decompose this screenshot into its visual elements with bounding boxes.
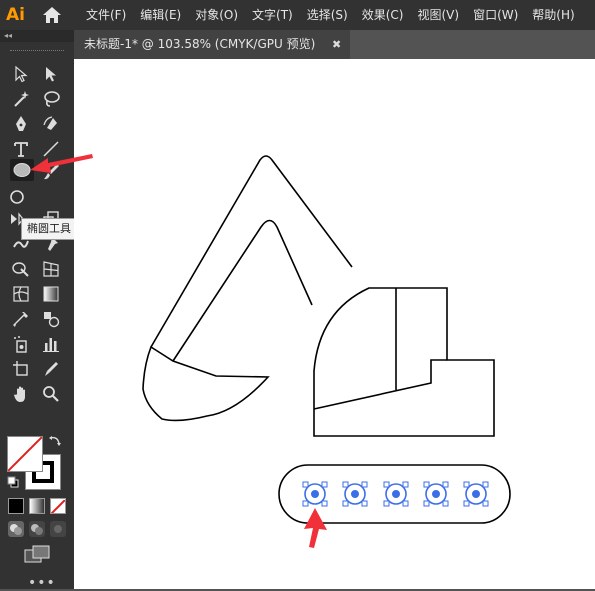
screen-mode-icon[interactable]: [24, 545, 50, 563]
home-icon[interactable]: [42, 6, 62, 24]
fill-swatch[interactable]: [7, 436, 43, 472]
lasso-tool[interactable]: [40, 88, 62, 110]
magic-wand-tool[interactable]: [10, 88, 32, 110]
wheel-2: [342, 481, 368, 507]
tools-panel: ◂◂ ••• 椭圆工具 (L): [0, 30, 96, 590]
perspective-grid-tool[interactable]: [40, 258, 62, 280]
menu-help[interactable]: 帮助(H): [528, 0, 578, 30]
draw-normal-button[interactable]: [8, 521, 24, 537]
gradient-tool[interactable]: [40, 283, 62, 305]
eyedropper-tool[interactable]: [10, 308, 32, 330]
shaper-icon: [10, 190, 24, 204]
blend-icon: [44, 312, 60, 328]
gradient-mode-button[interactable]: [29, 498, 45, 514]
draw-behind-icon: [31, 524, 43, 535]
close-tab-icon[interactable]: ✖: [332, 30, 341, 59]
blend-tool[interactable]: [40, 308, 62, 330]
app-logo: Ai: [6, 5, 25, 25]
color-mode-button[interactable]: [8, 498, 24, 514]
slice-tool[interactable]: [40, 358, 62, 380]
annotation-arrow-tool: [30, 154, 93, 173]
slice-icon: [45, 362, 58, 376]
excavator-artwork: [142, 155, 511, 548]
magic-wand-icon: [14, 91, 29, 107]
default-fill-stroke-icon[interactable]: [7, 476, 19, 488]
curvature-pen-icon: [43, 116, 57, 130]
selection-arrow-icon: [15, 65, 28, 83]
eyedropper-icon: [13, 312, 28, 327]
wheel-5: [463, 481, 489, 507]
wheel-1: [302, 481, 328, 507]
selected-wheels: [302, 481, 489, 507]
menu-object[interactable]: 对象(O): [191, 0, 242, 30]
menu-edit[interactable]: 编辑(E): [136, 0, 185, 30]
swap-fill-stroke-icon[interactable]: [48, 434, 62, 448]
pen-tool[interactable]: [10, 113, 32, 135]
document-tab[interactable]: 未标题-1* @ 103.58% (CMYK/GPU 预览) ✖: [74, 30, 350, 59]
excavator-boom-inner: [172, 219, 313, 362]
wheel-4: [423, 481, 449, 507]
perspective-grid-icon: [43, 261, 59, 277]
menu-type[interactable]: 文字(T): [248, 0, 297, 30]
document-tab-title: 未标题-1* @ 103.58% (CMYK/GPU 预览): [84, 37, 316, 51]
menu-view[interactable]: 视图(V): [413, 0, 463, 30]
hand-icon: [14, 386, 25, 402]
gradient-icon: [43, 286, 59, 302]
none-mode-button[interactable]: [50, 498, 66, 514]
collapse-panel-icon[interactable]: ◂◂: [4, 30, 12, 42]
mesh-icon: [13, 286, 29, 302]
direct-selection-tool[interactable]: [40, 63, 62, 85]
menu-file[interactable]: 文件(F): [82, 0, 130, 30]
artboard-tool[interactable]: [10, 358, 32, 380]
direct-selection-arrow-icon: [46, 67, 56, 82]
menu-window[interactable]: 窗口(W): [469, 0, 522, 30]
shape-builder-tool[interactable]: [10, 258, 32, 280]
document-tab-bar: 未标题-1* @ 103.58% (CMYK/GPU 预览) ✖: [74, 30, 595, 59]
column-graph-icon: [43, 338, 59, 352]
symbol-sprayer-tool[interactable]: [10, 333, 32, 355]
artboard-icon: [13, 361, 28, 376]
tools-panel-header: ◂◂: [0, 30, 74, 42]
draw-normal-icon: [10, 524, 22, 535]
selection-tool[interactable]: [10, 63, 32, 85]
annotation-arrow-wheel: [304, 508, 327, 548]
mesh-tool[interactable]: [10, 283, 32, 305]
zoom-icon: [43, 386, 59, 402]
panel-grip[interactable]: [10, 50, 64, 53]
curvature-tool[interactable]: [40, 113, 62, 135]
menu-bar: Ai 文件(F) 编辑(E) 对象(O) 文字(T) 选择(S) 效果(C) 视…: [0, 0, 595, 30]
none-fill-icon: [8, 437, 42, 471]
menu-effect[interactable]: 效果(C): [358, 0, 408, 30]
shaper-tool[interactable]: [6, 186, 24, 208]
draw-behind-button[interactable]: [29, 521, 45, 537]
symbol-sprayer-icon: [14, 336, 27, 353]
menu-items: 文件(F) 编辑(E) 对象(O) 文字(T) 选择(S) 效果(C) 视图(V…: [82, 0, 585, 30]
more-tools-icon[interactable]: •••: [28, 576, 56, 590]
artboard-canvas[interactable]: [74, 59, 595, 589]
pen-icon: [16, 116, 26, 131]
cab-divider: [313, 288, 447, 410]
wheel-3: [383, 481, 409, 507]
lasso-icon: [44, 91, 60, 107]
menu-select[interactable]: 选择(S): [303, 0, 352, 30]
hand-tool[interactable]: [10, 383, 32, 405]
draw-inside-icon: [54, 525, 62, 533]
shape-builder-icon: [12, 262, 29, 277]
excavator-boom: [150, 155, 353, 348]
zoom-tool[interactable]: [40, 383, 62, 405]
excavator-cab: [313, 287, 495, 437]
column-graph-tool[interactable]: [40, 333, 62, 355]
none-mode-icon: [51, 499, 65, 513]
draw-inside-button[interactable]: [50, 521, 66, 537]
excavator-bucket: [142, 345, 270, 422]
